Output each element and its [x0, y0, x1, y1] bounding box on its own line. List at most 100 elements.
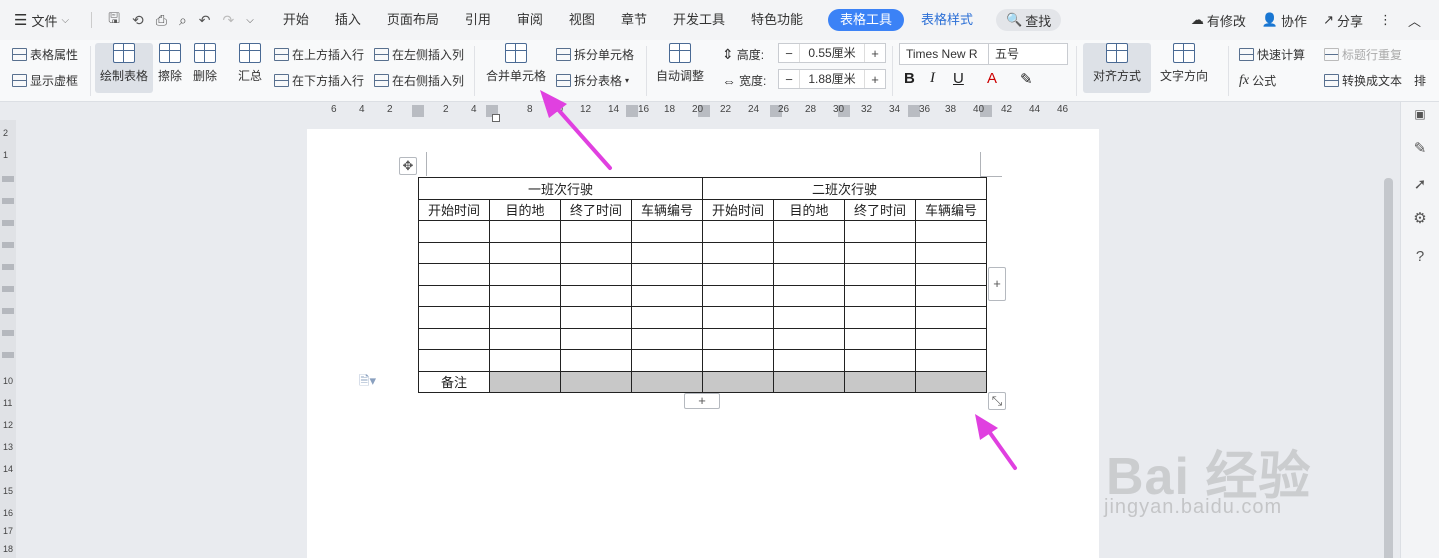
- customize-qa-icon[interactable]: ⌵: [246, 15, 254, 26]
- height-value[interactable]: 0.55厘米: [799, 44, 865, 62]
- repeat-header-button[interactable]: 标题行重复: [1324, 46, 1402, 63]
- table-cell[interactable]: [844, 306, 916, 329]
- table-header[interactable]: 车辆编号: [915, 198, 987, 221]
- tab-references[interactable]: 引用: [452, 0, 504, 40]
- table-move-icon[interactable]: ✥: [399, 157, 417, 175]
- text-direction-button[interactable]: 文字方向: [1160, 43, 1208, 84]
- decrement-icon[interactable]: −: [779, 72, 799, 87]
- increment-icon[interactable]: +: [865, 72, 885, 87]
- table-cell[interactable]: [773, 327, 845, 350]
- table-header[interactable]: 目的地: [489, 198, 561, 221]
- selected-cell[interactable]: [773, 370, 845, 393]
- decrement-icon[interactable]: −: [779, 46, 799, 61]
- table-group-header[interactable]: 二班次行驶: [702, 177, 987, 200]
- table-header[interactable]: 目的地: [773, 198, 845, 221]
- table-cell[interactable]: [418, 284, 490, 307]
- table-cell[interactable]: [489, 284, 561, 307]
- show-gridlines-button[interactable]: 显示虚框: [12, 72, 78, 89]
- tab-table-tools[interactable]: 表格工具: [827, 9, 904, 31]
- formula-button[interactable]: fx 公式: [1239, 72, 1276, 89]
- table-cell[interactable]: [560, 306, 632, 329]
- table-cell[interactable]: [418, 327, 490, 350]
- tab-home[interactable]: 开始: [270, 0, 322, 40]
- redo-icon[interactable]: ↷: [223, 12, 235, 29]
- merge-cells-button[interactable]: 合并单元格: [486, 43, 546, 84]
- tab-page-layout[interactable]: 页面布局: [374, 0, 452, 40]
- table-cell[interactable]: [844, 220, 916, 243]
- add-column-button[interactable]: +: [988, 267, 1006, 301]
- indent-marker[interactable]: [492, 114, 500, 122]
- split-table-button[interactable]: 拆分表格 ▾: [556, 72, 629, 89]
- tab-features[interactable]: 特色功能: [738, 0, 816, 40]
- insert-row-below-button[interactable]: 在下方插入行: [274, 72, 364, 89]
- table-cell[interactable]: [560, 327, 632, 350]
- table-cell[interactable]: [631, 220, 703, 243]
- table-cell[interactable]: [418, 306, 490, 329]
- data-table[interactable]: 一班次行驶 二班次行驶 开始时间 目的地 终了时间 车辆编号 开始时间 目的地 …: [418, 177, 987, 393]
- table-cell[interactable]: [915, 220, 987, 243]
- selected-cell[interactable]: [702, 370, 774, 393]
- table-cell[interactable]: [489, 306, 561, 329]
- table-cell[interactable]: [702, 349, 774, 372]
- selected-cell[interactable]: [489, 370, 561, 393]
- table-cell[interactable]: [489, 220, 561, 243]
- save-icon[interactable]: 🖫: [108, 8, 120, 32]
- help-icon[interactable]: ?: [1410, 246, 1430, 266]
- table-cell[interactable]: [773, 349, 845, 372]
- collab-button[interactable]: 👤 协作: [1262, 11, 1307, 30]
- table-cell[interactable]: [702, 220, 774, 243]
- file-menu[interactable]: ☰ 文件 ⌵: [0, 0, 79, 40]
- tab-table-style[interactable]: 表格样式: [908, 0, 986, 40]
- table-cell[interactable]: [773, 284, 845, 307]
- table-cell[interactable]: [489, 327, 561, 350]
- convert-to-text-button[interactable]: 转换成文本: [1324, 72, 1402, 89]
- undo-icon[interactable]: ↶: [199, 12, 211, 29]
- table-cell[interactable]: [702, 306, 774, 329]
- insert-column-right-button[interactable]: 在右侧插入列: [374, 72, 464, 89]
- format-painter-icon[interactable]: ⟲: [132, 12, 144, 29]
- quick-calc-button[interactable]: 快速计算: [1239, 46, 1305, 63]
- font-size-select[interactable]: 五号: [988, 43, 1068, 65]
- resize-table-icon[interactable]: ⤡: [988, 392, 1006, 410]
- modified-button[interactable]: ☁ 有修改: [1191, 11, 1246, 30]
- table-cell[interactable]: [560, 263, 632, 286]
- italic-icon[interactable]: I: [930, 70, 935, 87]
- table-cell[interactable]: [773, 241, 845, 264]
- table-cell[interactable]: [915, 263, 987, 286]
- table-cell[interactable]: [418, 220, 490, 243]
- table-cell[interactable]: [418, 349, 490, 372]
- selected-cell[interactable]: [844, 370, 916, 393]
- collapse-ribbon-icon[interactable]: ︿: [1408, 11, 1421, 30]
- table-cell[interactable]: [773, 263, 845, 286]
- height-stepper[interactable]: − 0.55厘米 +: [778, 43, 886, 63]
- table-cell[interactable]: [844, 349, 916, 372]
- remark-label-cell[interactable]: 备注: [418, 370, 490, 393]
- font-color-icon[interactable]: A: [987, 70, 997, 87]
- vertical-ruler[interactable]: 2 1 10 11 12 13 14 15 16 17 18: [0, 120, 16, 558]
- table-cell[interactable]: [418, 263, 490, 286]
- edit-icon[interactable]: ✎: [1410, 138, 1430, 158]
- table-cell[interactable]: [915, 327, 987, 350]
- table-cell[interactable]: [489, 241, 561, 264]
- highlight-icon[interactable]: ✎: [1020, 70, 1033, 88]
- table-cell[interactable]: [560, 349, 632, 372]
- table-cell[interactable]: [631, 349, 703, 372]
- table-cell[interactable]: [844, 327, 916, 350]
- table-header[interactable]: 终了时间: [560, 198, 632, 221]
- share-button[interactable]: ↗ 分享: [1323, 11, 1363, 30]
- table-cell[interactable]: [489, 263, 561, 286]
- settings-sliders-icon[interactable]: ⚙: [1410, 208, 1430, 228]
- table-header[interactable]: 开始时间: [418, 198, 490, 221]
- add-row-button[interactable]: +: [684, 393, 720, 409]
- selected-cell[interactable]: [560, 370, 632, 393]
- table-cell[interactable]: [915, 241, 987, 264]
- delete-button[interactable]: 删除: [193, 43, 217, 84]
- selected-cell[interactable]: [631, 370, 703, 393]
- width-value[interactable]: 1.88厘米: [799, 70, 865, 88]
- table-cell[interactable]: [702, 241, 774, 264]
- selected-cell[interactable]: [915, 370, 987, 393]
- table-cell[interactable]: [702, 263, 774, 286]
- more-menu-icon[interactable]: ⋮: [1379, 12, 1392, 28]
- table-cell[interactable]: [560, 220, 632, 243]
- table-cell[interactable]: [702, 327, 774, 350]
